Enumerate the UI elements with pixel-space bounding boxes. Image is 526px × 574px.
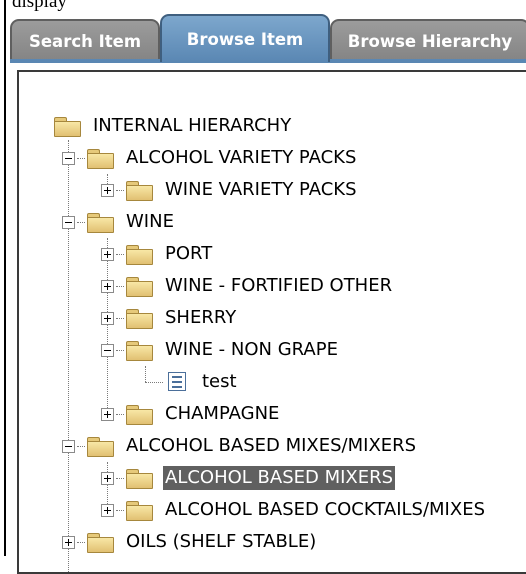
expand-icon[interactable] — [101, 407, 114, 421]
document-icon — [164, 371, 190, 393]
tree-node-label: PORT — [165, 243, 213, 264]
folder-icon — [86, 436, 114, 457]
expand-icon[interactable] — [101, 471, 114, 485]
expand-icon[interactable] — [101, 279, 114, 293]
folder-icon — [125, 340, 153, 361]
folder-icon — [86, 148, 114, 169]
tab-browse-item-label: Browse Item — [186, 29, 304, 49]
folder-icon — [125, 244, 153, 265]
folder-icon — [86, 212, 114, 233]
expand-icon[interactable] — [101, 183, 114, 197]
tree-node[interactable]: WINE VARIETY PACKS — [101, 174, 359, 206]
collapse-icon[interactable] — [62, 215, 75, 229]
tree-node-label: CHAMPAGNE — [165, 403, 280, 424]
tree-node[interactable]: ALCOHOL BASED MIXES/MIXERS — [62, 430, 418, 462]
tree-node-label: WINE VARIETY PACKS — [165, 179, 357, 200]
tab-search-item[interactable]: Search Item — [10, 19, 160, 61]
folder-icon — [125, 468, 153, 489]
tree-root-label: INTERNAL HIERARCHY — [93, 115, 292, 136]
tree-node-label: ALCOHOL BASED COCKTAILS/MIXES — [165, 499, 485, 520]
tab-bar: Search Item Browse Item Browse Hierarchy — [10, 12, 526, 62]
tab-browse-hierarchy-label: Browse Hierarchy — [347, 31, 513, 51]
tree-node-label: ALCOHOL BASED MIXES/MIXERS — [126, 435, 417, 456]
folder-icon — [125, 404, 153, 425]
expand-icon[interactable] — [101, 503, 114, 517]
folder-icon — [125, 276, 153, 297]
folder-icon — [86, 532, 114, 553]
tree-node[interactable]: PORT — [101, 238, 214, 270]
tree-node[interactable]: CHAMPAGNE — [101, 398, 281, 430]
tree-node-label: WINE - NON GRAPE — [165, 339, 338, 360]
expand-icon[interactable] — [62, 535, 75, 549]
tree-node[interactable]: SHERRY — [101, 302, 238, 334]
collapse-icon[interactable] — [62, 151, 75, 165]
left-divider — [4, 0, 6, 556]
tree-node[interactable]: ALCOHOL BASED COCKTAILS/MIXES — [101, 494, 487, 526]
expand-icon[interactable] — [101, 247, 114, 261]
tree-node[interactable]: ALCOHOL VARIETY PACKS — [62, 142, 358, 174]
collapse-icon[interactable] — [62, 439, 75, 453]
tree-leaf[interactable]: test — [145, 366, 239, 398]
tree-node-label: ALCOHOL BASED MIXERS — [163, 466, 396, 490]
tree-node-label: WINE - FORTIFIED OTHER — [165, 275, 393, 296]
tree-node-label: OILS (SHELF STABLE) — [126, 531, 317, 552]
tree-root[interactable]: INTERNAL HIERARCHY — [53, 110, 293, 142]
tree-node[interactable]: OILS (SHELF STABLE) — [62, 526, 318, 558]
hierarchy-tree: INTERNAL HIERARCHY ALCOHOL VARIETY PACKS… — [19, 72, 526, 572]
tree-node[interactable]: WINE - NON GRAPE — [101, 334, 340, 366]
folder-icon — [125, 500, 153, 521]
tree-node-label: WINE — [126, 211, 174, 232]
expand-icon[interactable] — [101, 311, 114, 325]
tree-node[interactable]: WINE - FORTIFIED OTHER — [101, 270, 394, 302]
folder-icon — [125, 180, 153, 201]
folder-icon — [125, 308, 153, 329]
tree-node[interactable]: WINE — [62, 206, 176, 238]
tab-browse-item[interactable]: Browse Item — [160, 14, 330, 62]
tab-search-item-label: Search Item — [28, 31, 142, 51]
hierarchy-panel: INTERNAL HIERARCHY ALCOHOL VARIETY PACKS… — [17, 70, 526, 574]
tree-leaf-label: test — [202, 371, 237, 392]
collapse-icon[interactable] — [101, 343, 114, 357]
tree-node-label: ALCOHOL VARIETY PACKS — [126, 147, 357, 168]
tree-node-selected[interactable]: ALCOHOL BASED MIXERS — [101, 462, 396, 494]
tree-node-label: SHERRY — [165, 307, 237, 328]
folder-icon — [53, 116, 81, 137]
tab-browse-hierarchy[interactable]: Browse Hierarchy — [330, 19, 526, 61]
